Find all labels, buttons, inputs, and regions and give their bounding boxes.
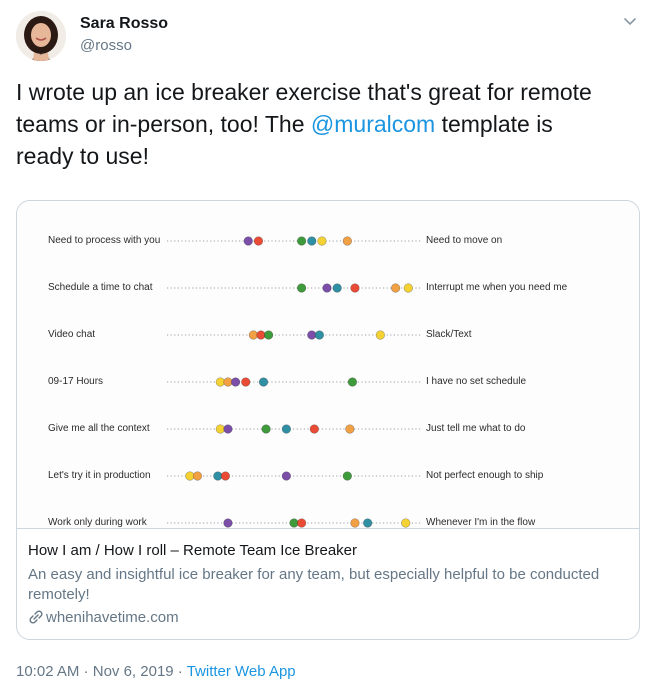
scale-dot-yellow	[215, 377, 225, 387]
scale-dot-red	[241, 377, 251, 387]
tweet-line: ready to use!	[16, 143, 149, 169]
scale-dot-orange	[223, 377, 233, 387]
link-icon	[29, 610, 43, 624]
scale-dot-green	[261, 424, 271, 434]
meta-separator: ·	[79, 663, 93, 680]
scale-dot-teal	[258, 377, 269, 387]
scale-dot-orange	[248, 330, 258, 340]
card-divider	[17, 528, 639, 529]
scale-right-label: Whenever I'm in the flow	[426, 517, 536, 528]
tweet-line: teams or in-person, too! The @muralcom t…	[16, 108, 636, 140]
scale-dot-green	[264, 330, 274, 340]
scale-dot-purple	[223, 424, 233, 434]
scale-dot-orange	[345, 424, 355, 434]
scale-dot-red	[350, 283, 360, 293]
scale-left-label: Need to process with you	[48, 235, 161, 246]
scale-dot-purple	[322, 283, 332, 293]
scale-right-label: I have no set schedule	[426, 376, 527, 387]
card-description: An easy and insightful ice breaker for a…	[28, 566, 600, 603]
scale-dot-green	[297, 236, 307, 246]
meta-separator: ·	[173, 663, 187, 680]
scale-left-label: 09-17 Hours	[48, 376, 104, 387]
scale-dot-purple	[230, 377, 241, 387]
scale-dot-purple	[243, 236, 253, 246]
scale-dot-purple	[223, 518, 233, 528]
scale-left-label: Schedule a time to chat	[48, 282, 153, 293]
scale-dot-green	[342, 471, 352, 481]
scale-right-label: Just tell me what to do	[426, 423, 526, 434]
user-name[interactable]: Sara Rosso	[80, 15, 168, 33]
scale-dot-teal	[332, 283, 342, 293]
source-app-link[interactable]: Twitter Web App	[187, 663, 296, 680]
scale-dot-purple	[281, 471, 291, 481]
scale-dot-orange	[342, 236, 352, 246]
scale-dot-yellow	[375, 330, 385, 340]
scale-dot-green	[297, 283, 307, 293]
scale-left-label: Give me all the context	[48, 423, 150, 434]
scale-dot-yellow	[401, 518, 411, 528]
scale-left-label: Video chat	[48, 329, 96, 340]
scale-dot-orange	[350, 518, 360, 528]
scale-dot-teal	[213, 471, 223, 481]
scale-dot-teal	[314, 330, 325, 340]
scale-right-label: Need to move on	[426, 235, 503, 246]
scale-dot-purple	[307, 330, 317, 340]
card-domain: whenihavetime.com	[28, 609, 179, 626]
scale-dot-teal	[281, 424, 291, 434]
scale-dot-yellow	[185, 471, 195, 481]
mention-link[interactable]: @muralcom	[311, 111, 435, 137]
chevron-down-icon[interactable]	[622, 14, 638, 30]
card-domain-text: whenihavetime.com	[46, 609, 179, 626]
scale-dot-red	[309, 424, 319, 434]
scale-dot-yellow	[215, 424, 225, 434]
scale-dot-orange	[192, 471, 203, 481]
scale-right-label: Interrupt me when you need me	[426, 282, 568, 293]
tweet-text: I wrote up an ice breaker exercise that'…	[16, 76, 636, 172]
scale-right-label: Slack/Text	[426, 329, 472, 340]
scale-left-label: Work only during work	[48, 517, 147, 528]
tweet-text-segment: teams or in-person, too! The	[16, 111, 311, 137]
scale-dot-orange	[391, 283, 401, 293]
card-title[interactable]: How I am / How I roll – Remote Team Ice …	[28, 542, 357, 559]
tweet-text-segment: template is	[435, 111, 553, 137]
avatar-image	[16, 11, 66, 61]
avatar[interactable]	[16, 11, 66, 61]
scale-right-label: Not perfect enough to ship	[426, 470, 544, 481]
tweet-time[interactable]: 10:02 AM	[16, 663, 79, 680]
scale-dot-teal	[363, 518, 373, 528]
scale-dot-red	[297, 518, 307, 528]
scale-dot-yellow	[317, 236, 327, 246]
user-handle[interactable]: @rosso	[80, 37, 132, 54]
card-image: Need to process with you Need to move on S…	[17, 201, 639, 528]
link-card[interactable]: Need to process with you Need to move on S…	[16, 200, 640, 640]
scale-dot-red	[220, 471, 231, 481]
scale-left-label: Let's try it in production	[48, 470, 151, 481]
scale-dot-red	[253, 236, 264, 246]
tweet-date[interactable]: Nov 6, 2019	[93, 663, 174, 680]
scale-dot-yellow	[403, 283, 413, 293]
scale-dot-green	[289, 518, 299, 528]
scale-dot-green	[347, 377, 358, 387]
tweet-meta: 10:02 AM · Nov 6, 2019 · Twitter Web App	[16, 663, 296, 680]
scale-dot-red	[256, 330, 266, 340]
tweet-line: I wrote up an ice breaker exercise that'…	[16, 79, 592, 105]
scale-dot-teal	[307, 236, 317, 246]
